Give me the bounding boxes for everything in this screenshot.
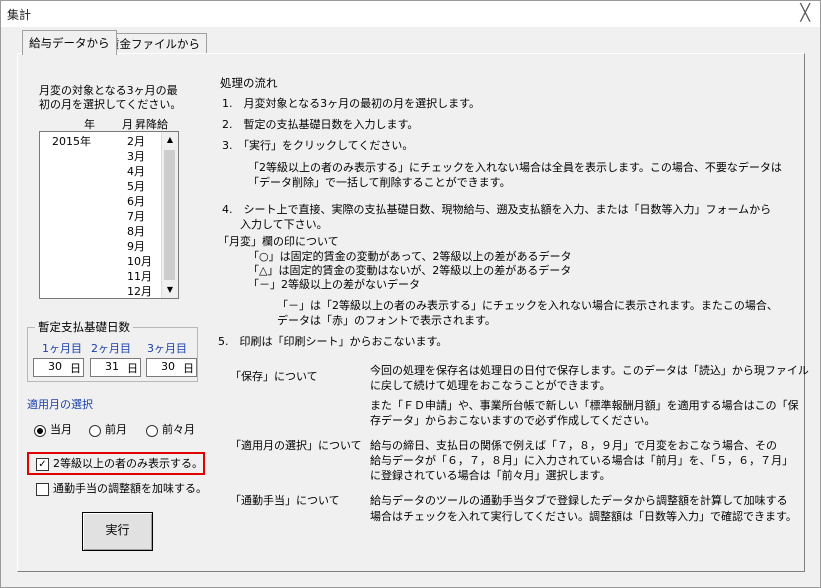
apply-month-heading: 適用月の選択: [27, 398, 93, 411]
commute-adjust-checkbox[interactable]: [36, 483, 49, 496]
step1: 1. 月変対象となる3ヶ月の最初の月を選択します。: [222, 97, 481, 110]
step4-line1: 4. シート上で直接、実際の支払基礎日数、現物給与、遡及支払額を入力、または「日…: [222, 203, 772, 216]
calendar-icon[interactable]: 日: [183, 360, 194, 376]
month-prompt-line1: 月変の対象となる3ヶ月の最: [39, 84, 178, 97]
apply-note-text1: 給与の締日、支払日の関係で例えば「７，８，９月」で月変をおこなう場合、その: [370, 439, 777, 452]
col-month-header: 月: [122, 118, 133, 131]
step3: 3. 「実行」をクリックしてください。: [222, 139, 414, 152]
month3-label: 3ヶ月目: [147, 342, 187, 355]
month1-label: 1ヶ月目: [42, 342, 82, 355]
window-title: 集計: [7, 8, 32, 22]
commute-adjust-label: 通勤手当の調整額を加味する。: [53, 482, 207, 495]
calendar-icon[interactable]: 日: [70, 360, 81, 376]
apply-note-label: 「適用月の選択」について: [230, 439, 362, 452]
commute-note-label: 「通勤手当」について: [230, 494, 340, 507]
step4-line2: 入力して下さい。: [240, 218, 328, 231]
list-item[interactable]: 9月: [40, 239, 162, 254]
mark-note1: 「－」は「2等級以上の者のみ表示する」にチェックを入れない場合に表示されます。ま…: [277, 299, 778, 312]
save-note-text2: に戻して続けて処理をおこなうことができます。: [370, 379, 611, 392]
grade2-only-label: 2等級以上の者のみ表示する。: [53, 457, 203, 470]
month2-days-field[interactable]: 31 日: [90, 358, 141, 377]
list-item[interactable]: 5月: [40, 179, 162, 194]
close-icon[interactable]: ╳: [800, 4, 810, 22]
apply-note-text3: に登録されている場合は「前々月」選択します。: [370, 469, 611, 482]
list-item[interactable]: 12月: [40, 284, 162, 299]
run-button[interactable]: 実行: [82, 512, 153, 551]
list-item[interactable]: 11月: [40, 269, 162, 284]
step3-note2: 「データ削除」で一括して削除することができます。: [248, 176, 511, 189]
scroll-up-icon[interactable]: ▲: [162, 132, 178, 148]
tab-wage-file[interactable]: 賃金ファイルから: [101, 33, 207, 54]
list-item[interactable]: 6月: [40, 194, 162, 209]
month-listbox[interactable]: 2015年 2月 3月 4月 5月 6月 7月 8月 9月 10月 11月 12月…: [39, 131, 179, 299]
save-note-label: 「保存」について: [230, 370, 318, 383]
list-item[interactable]: 3月: [40, 149, 162, 164]
month3-days-field[interactable]: 30 日: [146, 358, 197, 377]
grade2-only-checkbox[interactable]: ✓: [36, 458, 49, 471]
list-item[interactable]: 2015年 2月: [40, 134, 162, 149]
radio-current-label: 当月: [50, 423, 72, 436]
save-note-text4: 存データ」からおこないますので必ず作成してください。: [370, 414, 656, 427]
mark1: 「○」は固定的賃金の変動があって、2等級以上の差があるデータ: [248, 250, 572, 263]
mark-note2: データは「赤」のフォントで表示されます。: [277, 314, 496, 327]
radio-two-months-ago[interactable]: [146, 425, 158, 437]
step2: 2. 暫定の支払基礎日数を入力します。: [222, 118, 419, 131]
calendar-icon[interactable]: 日: [127, 360, 138, 376]
step5: 5. 印刷は「印刷シート」からおこないます。: [218, 335, 448, 348]
radio-previous-month[interactable]: [89, 425, 101, 437]
listbox-scrollbar[interactable]: ▲ ▼: [161, 132, 178, 298]
save-note-text1: 今回の処理を保存名は処理日の日付で保存します。このデータは「読込」から現ファイル: [370, 364, 809, 377]
month-prompt-line2: 初の月を選択してください。: [39, 98, 182, 111]
mark2: 「△」は固定的賃金の変動はないが、2等級以上の差があるデータ: [248, 264, 572, 277]
base-days-legend: 暫定支払基礎日数: [35, 319, 133, 335]
scroll-down-icon[interactable]: ▼: [162, 282, 178, 298]
save-note-text3: また「ＦＤ申請」や、事業所台帳で新しい「標準報酬月額」を適用する場合はこの「保: [370, 399, 799, 412]
list-item[interactable]: 8月: [40, 224, 162, 239]
commute-note-text2: 場合はチェックを入れて実行してください。調整額は「日数等入力」で確認できます。: [370, 510, 797, 523]
tab-salary-data[interactable]: 給与データから: [22, 30, 117, 55]
radio-two-months-label: 前々月: [162, 423, 195, 436]
title-bar: 集計 ╳: [1, 1, 820, 27]
flow-heading: 処理の流れ: [220, 76, 278, 90]
month1-days-field[interactable]: 30 日: [33, 358, 84, 377]
month2-label: 2ヶ月目: [91, 342, 131, 355]
radio-previous-label: 前月: [105, 423, 127, 436]
commute-note-text1: 給与データのツールの通勤手当タブで登録したデータから調整額を計算して加味する: [370, 494, 788, 507]
apply-note-text2: 給与データが「６，７，８月」に入力されている場合は「前月」を、「５，６，７月」: [370, 454, 794, 467]
mark-heading: 「月変」欄の印について: [218, 235, 339, 248]
list-item[interactable]: 7月: [40, 209, 162, 224]
list-item[interactable]: 10月: [40, 254, 162, 269]
col-year-header: 年: [84, 118, 95, 131]
list-item[interactable]: 4月: [40, 164, 162, 179]
mark3: 「－」2等級以上の差がないデータ: [248, 278, 420, 291]
step3-note1: 「2等級以上の者のみ表示する」にチェックを入れない場合は全員を表示します。この場…: [248, 161, 782, 174]
radio-current-month[interactable]: [34, 425, 46, 437]
scroll-thumb[interactable]: [164, 150, 175, 280]
col-raise-header: 昇降給: [135, 118, 168, 131]
